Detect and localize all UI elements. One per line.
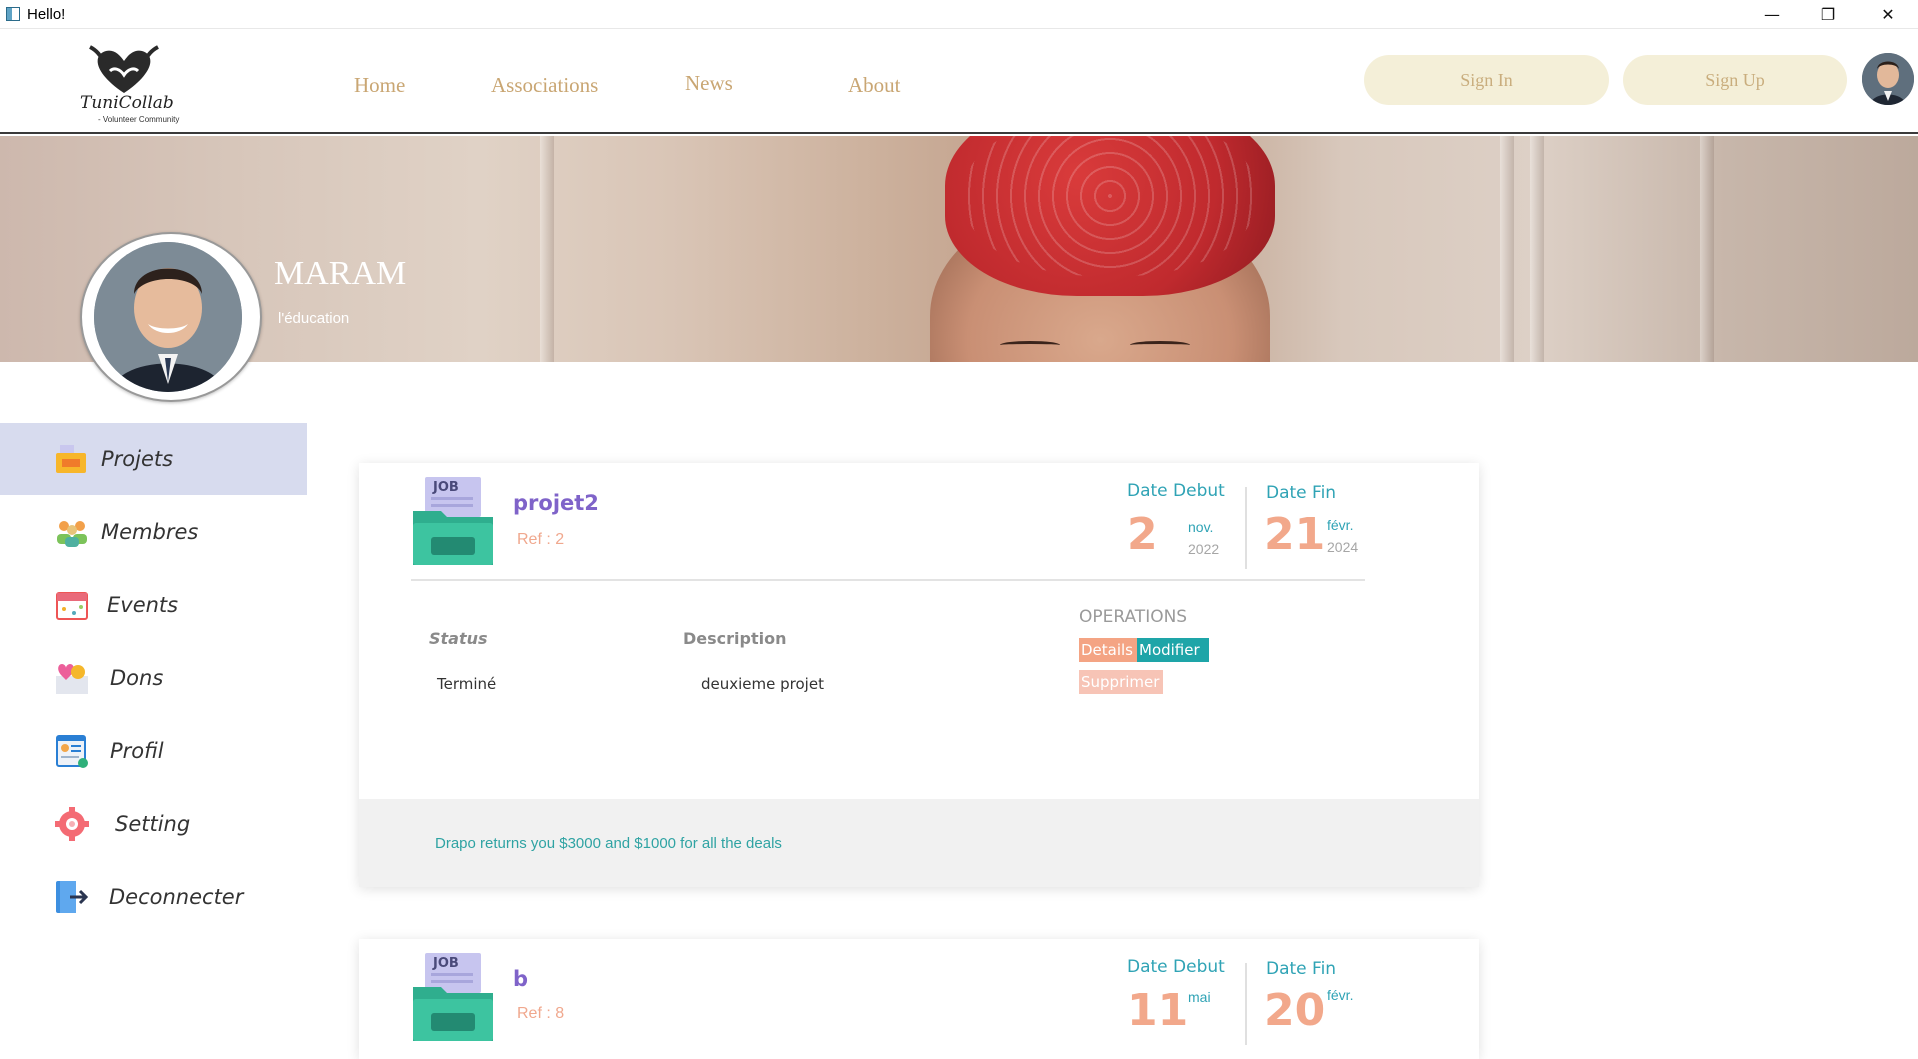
sidebar-item-label: Profil bbox=[110, 739, 164, 763]
profile-card-icon bbox=[56, 735, 88, 768]
date-fin-day: 20 bbox=[1264, 985, 1326, 1036]
job-folder-icon: JOB bbox=[413, 953, 493, 1041]
details-button[interactable]: Details bbox=[1079, 638, 1137, 662]
project-title[interactable]: projet2 bbox=[513, 491, 599, 515]
profile-banner bbox=[0, 136, 1918, 362]
restore-button[interactable]: ❐ bbox=[1800, 0, 1856, 29]
project-footer: Drapo returns you $3000 and $1000 for al… bbox=[359, 799, 1479, 887]
date-fin-year: 2024 bbox=[1327, 539, 1359, 555]
minimize-button[interactable]: — bbox=[1744, 0, 1800, 29]
svg-text:JOB: JOB bbox=[432, 956, 459, 971]
date-debut-month: mai bbox=[1188, 989, 1211, 1005]
project-ref: Ref : 2 bbox=[517, 531, 565, 548]
gear-icon bbox=[55, 807, 89, 841]
date-fin-day: 21 bbox=[1264, 509, 1326, 560]
project-title[interactable]: b bbox=[513, 967, 528, 991]
sidebar-item-profil[interactable]: Profil bbox=[0, 715, 307, 787]
operations-label: OPERATIONS bbox=[1079, 607, 1188, 627]
footer-text: Drapo returns you $3000 and $1000 for al… bbox=[435, 835, 782, 852]
project-card: JOB projet2 Ref : 2 Date Debut 2 nov. 20… bbox=[359, 463, 1479, 887]
close-button[interactable]: ✕ bbox=[1860, 0, 1916, 29]
profile-subtitle: l'éducation bbox=[278, 310, 350, 327]
date-debut-label: Date Debut bbox=[1127, 481, 1225, 501]
logout-icon bbox=[56, 881, 89, 913]
sidebar-item-projets[interactable]: Projets bbox=[0, 423, 307, 495]
sidebar-item-label: Events bbox=[107, 593, 179, 617]
sidebar-item-dons[interactable]: Dons bbox=[0, 642, 307, 714]
sidebar-item-setting[interactable]: Setting bbox=[0, 788, 307, 860]
profile-name: MARAM bbox=[274, 255, 407, 292]
date-debut-year: 2022 bbox=[1188, 541, 1220, 557]
sidebar-item-label: Membres bbox=[101, 520, 199, 544]
date-debut-month: nov. bbox=[1188, 519, 1214, 535]
window-titlebar: Hello! — ❐ ✕ bbox=[0, 0, 1918, 29]
nav-home[interactable]: Home bbox=[354, 73, 405, 98]
project-ref: Ref : 8 bbox=[517, 1005, 565, 1022]
date-fin-month: févr. bbox=[1327, 517, 1354, 533]
delete-button[interactable]: Supprimer bbox=[1079, 670, 1163, 694]
user-avatar[interactable] bbox=[1862, 53, 1914, 105]
profile-photo-frame bbox=[80, 232, 262, 402]
window-title: Hello! bbox=[27, 6, 66, 23]
date-debut-day: 11 bbox=[1127, 985, 1189, 1036]
brand-logo[interactable]: TuniCollab - Volunteer Community bbox=[76, 41, 196, 131]
sign-up-button[interactable]: Sign Up bbox=[1623, 55, 1847, 105]
description-value: deuxieme projet bbox=[701, 675, 824, 693]
app-icon bbox=[6, 7, 20, 21]
members-icon bbox=[57, 521, 87, 547]
brand-name: TuniCollab bbox=[80, 93, 174, 113]
site-header: TuniCollab - Volunteer Community Home As… bbox=[0, 29, 1918, 134]
sidebar-item-label: Dons bbox=[110, 666, 164, 690]
heart-hands-icon bbox=[89, 45, 159, 93]
description-header: Description bbox=[683, 629, 787, 648]
sidebar-item-events[interactable]: Events bbox=[0, 569, 307, 641]
nav-about[interactable]: About bbox=[848, 73, 901, 98]
sign-in-button[interactable]: Sign In bbox=[1364, 55, 1609, 105]
sidebar-item-label: Projets bbox=[101, 447, 174, 471]
svg-text:JOB: JOB bbox=[432, 480, 459, 495]
job-folder-icon: JOB bbox=[413, 477, 493, 565]
date-debut-label: Date Debut bbox=[1127, 957, 1225, 977]
profile-photo[interactable] bbox=[94, 242, 242, 392]
modify-button[interactable]: Modifier bbox=[1137, 638, 1209, 662]
nav-news[interactable]: News bbox=[685, 71, 733, 96]
sidebar-item-label: Deconnecter bbox=[109, 885, 244, 909]
date-fin-label: Date Fin bbox=[1266, 959, 1337, 979]
date-fin-month: févr. bbox=[1327, 987, 1354, 1003]
sidebar-item-deconnecter[interactable]: Deconnecter bbox=[0, 861, 307, 933]
sidebar-item-label: Setting bbox=[115, 812, 191, 836]
events-icon bbox=[56, 592, 88, 620]
status-header: Status bbox=[429, 629, 488, 648]
donations-icon bbox=[56, 664, 88, 694]
brand-tagline: - Volunteer Community bbox=[98, 115, 180, 124]
status-value: Terminé bbox=[437, 675, 497, 693]
date-fin-label: Date Fin bbox=[1266, 483, 1337, 503]
sidebar-item-membres[interactable]: Membres bbox=[0, 496, 307, 568]
projects-icon bbox=[56, 445, 86, 473]
date-debut-day: 2 bbox=[1127, 509, 1158, 560]
nav-associations[interactable]: Associations bbox=[491, 73, 598, 98]
project-card: JOB b Ref : 8 Date Debut 11 mai Date Fin… bbox=[359, 939, 1479, 1059]
